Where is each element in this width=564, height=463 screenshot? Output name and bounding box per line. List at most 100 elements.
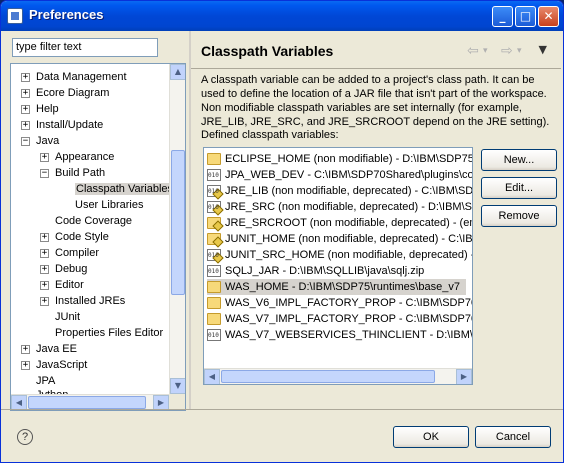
tree-item-ecore-diagram[interactable]: + Ecore Diagram [21,85,109,101]
collapse-icon[interactable]: − [40,168,49,178]
tree-item-code-style[interactable]: + Code Style [40,229,109,245]
folder-icon [207,297,221,310]
expand-icon[interactable]: + [40,264,49,274]
expand-icon[interactable]: + [21,72,30,82]
list-item[interactable]: JUNIT_SRC_HOME (non modifiable, deprecat… [207,247,472,264]
new-button[interactable]: New... [481,149,557,171]
expand-icon[interactable]: + [21,88,30,98]
tree-item-label: Installed JREs [55,295,126,307]
tree-item-properties-files-editor[interactable]: Properties Files Editor [55,325,163,341]
variable-text: WAS_V7_IMPL_FACTORY_PROP - C:\IBM\SDP70S… [225,313,473,325]
tree-item-label: Classpath Variables [75,183,175,195]
scroll-thumb[interactable] [171,150,185,295]
list-item[interactable]: WAS_V6_IMPL_FACTORY_PROP - C:\IBM\SDP70S… [207,295,473,311]
expand-icon[interactable]: + [21,360,30,370]
scroll-left-icon[interactable]: ◀ [204,369,220,384]
expand-icon[interactable]: + [40,296,49,306]
tree-item-label: Compiler [55,247,100,259]
header-separator [191,68,561,69]
help-icon[interactable]: ? [17,429,33,445]
tree-item-label: Properties Files Editor [55,327,164,339]
collapse-icon[interactable]: − [21,136,30,146]
list-item[interactable]: JUNIT_HOME (non modifiable, deprecated) … [207,231,473,247]
tree-item-debug[interactable]: + Debug [40,261,87,277]
tree-item-code-coverage[interactable]: Code Coverage [55,213,132,229]
edit-button[interactable]: Edit... [481,177,557,199]
list-item[interactable]: JRE_LIB (non modifiable, deprecated) - C… [207,183,473,200]
tree-item-junit[interactable]: JUnit [55,309,80,325]
tree-item-java[interactable]: − Java [21,133,59,149]
tree-item-user-libraries[interactable]: User Libraries [75,197,143,213]
scroll-right-icon[interactable]: ▶ [456,369,472,384]
tree-item-data-management[interactable]: + Data Management [21,69,127,85]
variable-text: SQLJ_JAR - D:\IBM\SQLLIB\java\sqlj.zip [225,265,425,277]
variable-text: JPA_WEB_DEV - C:\IBM\SDP70Shared\plugins… [225,169,473,181]
tree-item-install-update[interactable]: + Install/Update [21,117,103,133]
tree-item-editor[interactable]: + Editor [40,277,84,293]
expand-icon[interactable]: + [40,232,49,242]
tree-item-appearance[interactable]: + Appearance [40,149,114,165]
scrollbar-corner [169,394,185,410]
close-button[interactable]: ✕ [538,6,559,27]
forward-dropdown-icon[interactable]: ▾ [517,46,522,56]
tree-item-label: Code Style [55,231,109,243]
scroll-down-icon[interactable]: ▼ [170,378,185,394]
expand-icon[interactable]: + [40,152,49,162]
scroll-thumb[interactable] [221,370,435,383]
tree-item-java-ee[interactable]: + Java EE [21,341,77,357]
tree-item-help[interactable]: + Help [21,101,59,117]
variable-text: WAS_V6_IMPL_FACTORY_PROP - C:\IBM\SDP70S… [225,297,473,309]
page-header: Classpath Variables ⇦ ▾ ⇨ ▾ ▼ [191,34,561,70]
window-title: Preferences [29,7,104,22]
scroll-up-icon[interactable]: ▲ [170,64,185,80]
list-item[interactable]: JRE_SRCROOT (non modifiable, deprecated)… [207,215,472,231]
ok-button[interactable]: OK [393,426,469,448]
tree-vertical-scrollbar[interactable]: ▲ ▼ [169,64,185,394]
list-item[interactable]: SQLJ_JAR - D:\IBM\SQLLIB\java\sqlj.zip [207,263,425,280]
scroll-thumb[interactable] [28,396,146,409]
tree-item-build-path[interactable]: − Build Path [40,165,105,181]
remove-button[interactable]: Remove [481,205,557,227]
expand-icon[interactable]: + [40,280,49,290]
tree-item-label: Install/Update [36,119,104,131]
tree-horizontal-scrollbar[interactable]: ◀ ▶ [11,394,169,410]
list-item[interactable]: WAS_V7_IMPL_FACTORY_PROP - C:\IBM\SDP70S… [207,311,473,327]
list-item[interactable]: ECLIPSE_HOME (non modifiable) - D:\IBM\S… [207,151,472,167]
expand-icon[interactable]: + [21,120,30,130]
back-arrow-icon[interactable]: ⇦ [467,43,479,59]
left-pane: type filter text + Data Management + Ecore… [5,34,189,412]
expand-icon[interactable]: + [21,104,30,114]
tree-item-compiler[interactable]: + Compiler [40,245,99,261]
variable-text: JRE_SRC (non modifiable, deprecated) - D… [225,201,473,213]
tree-item-label: Ecore Diagram [36,87,110,99]
maximize-button[interactable]: □ [515,6,536,27]
list-item[interactable]: JRE_SRC (non modifiable, deprecated) - D… [207,199,473,216]
variable-text: JUNIT_HOME (non modifiable, deprecated) … [225,233,473,245]
back-dropdown-icon[interactable]: ▾ [483,46,488,56]
filter-input[interactable]: type filter text [12,38,158,57]
tree-item-label: Help [36,103,59,115]
tree-item-label: Editor [55,279,84,291]
list-horizontal-scrollbar[interactable]: ◀ ▶ [204,368,472,384]
tree-item-classpath-variables[interactable]: Classpath Variables [75,181,175,197]
classpath-variables-list[interactable]: ECLIPSE_HOME (non modifiable) - D:\IBM\S… [203,147,473,385]
minimize-button[interactable]: _ [492,6,513,27]
variable-text: JRE_LIB (non modifiable, deprecated) - C… [225,185,473,197]
title-bar[interactable]: Preferences _ □ ✕ [1,1,563,31]
forward-arrow-icon[interactable]: ⇨ [501,43,513,59]
tree-item-javascript[interactable]: + JavaScript [21,357,87,373]
expand-icon[interactable]: + [40,248,49,258]
expand-icon[interactable]: + [21,344,30,354]
list-item[interactable]: WAS_V7_WEBSERVICES_THINCLIENT - D:\IBM\S… [207,327,472,344]
folder-warning-icon [207,233,221,246]
preferences-app-icon [7,8,23,24]
jar-icon [207,264,221,280]
tree-item-label: Build Path [55,167,106,179]
cancel-button[interactable]: Cancel [475,426,551,448]
tree-item-label: Java [36,135,60,147]
view-menu-icon[interactable]: ▼ [539,43,547,56]
tree-item-installed-jres[interactable]: + Installed JREs [40,293,125,309]
list-item[interactable]: JPA_WEB_DEV - C:\IBM\SDP70Shared\plugins… [207,167,473,184]
tree-item-label: JavaScript [36,359,88,371]
list-item-selected[interactable]: WAS_HOME - D:\IBM\SDP75\runtimes\base_v7 [207,279,466,295]
